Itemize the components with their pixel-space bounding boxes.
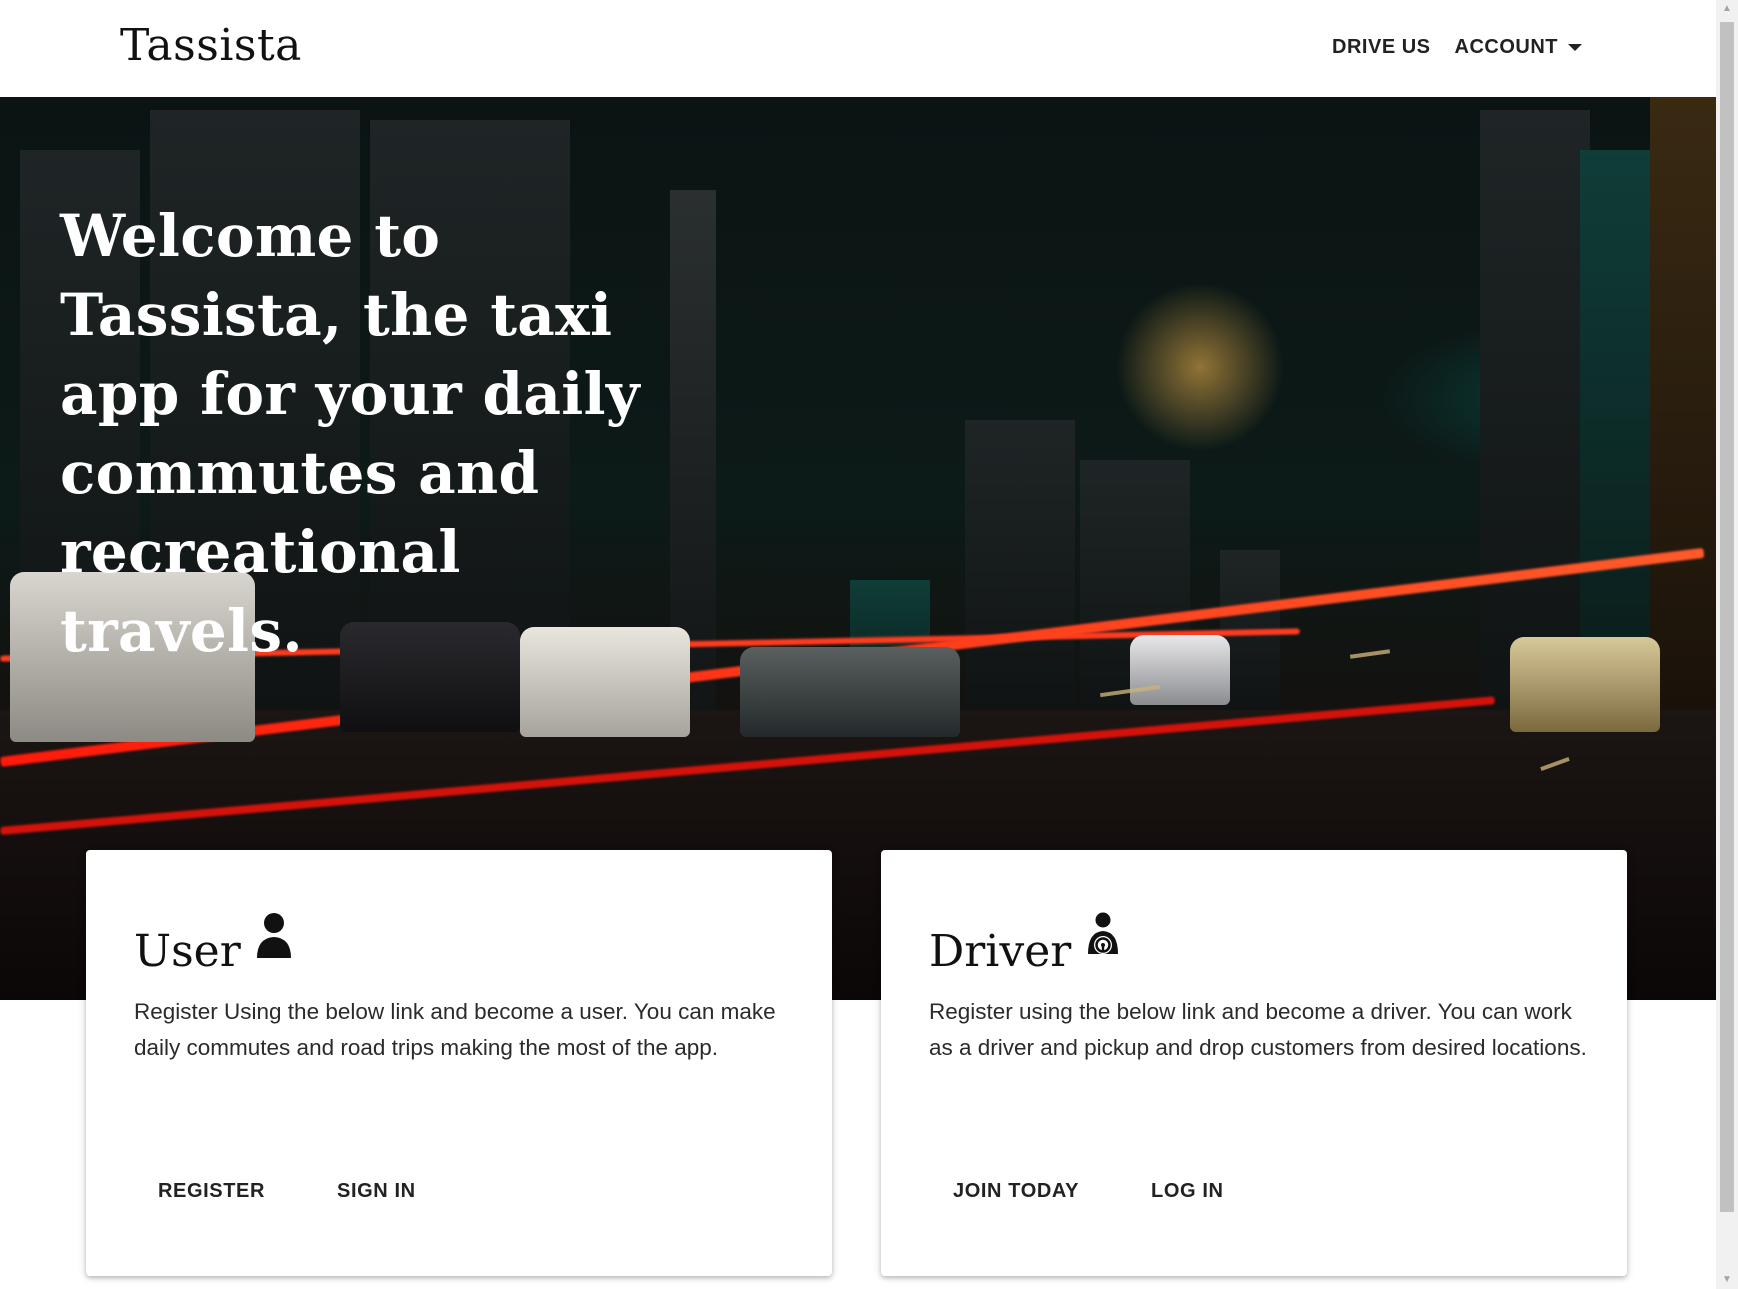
lane-marking — [1349, 649, 1391, 659]
brand-logo[interactable]: Tassista — [120, 20, 302, 71]
hero-car — [1130, 635, 1230, 705]
user-card-title: User — [134, 912, 293, 977]
log-in-button[interactable]: LOG IN — [1127, 1170, 1248, 1213]
drive-us-label: DRIVE US — [1332, 36, 1431, 58]
hero-building — [1580, 150, 1650, 710]
hero-car — [740, 647, 960, 737]
register-button[interactable]: REGISTER — [134, 1170, 289, 1213]
vertical-scrollbar[interactable]: ▲ ▼ — [1716, 0, 1738, 1289]
driver-icon — [1085, 912, 1121, 971]
top-app-bar: Tassista DRIVE US ACCOUNT — [0, 0, 1716, 97]
drive-us-link[interactable]: DRIVE US — [1332, 36, 1430, 59]
hero-building — [1650, 97, 1716, 710]
account-label: ACCOUNT — [1454, 36, 1558, 58]
scroll-up-icon[interactable]: ▲ — [1716, 0, 1738, 18]
sign-in-button[interactable]: SIGN IN — [313, 1170, 440, 1213]
driver-card-title: Driver — [929, 912, 1121, 977]
top-nav: DRIVE US ACCOUNT — [1332, 36, 1582, 59]
driver-card-description: Register using the below link and become… — [929, 999, 1587, 1060]
scroll-down-icon[interactable]: ▼ — [1716, 1271, 1738, 1289]
user-card: User Register Using the below link and b… — [86, 850, 832, 1276]
hero-car — [1510, 637, 1660, 732]
hero-building — [965, 420, 1075, 710]
scrollbar-thumb[interactable] — [1720, 22, 1734, 1212]
user-card-actions: REGISTER SIGN IN — [134, 1170, 440, 1213]
caret-down-icon — [1568, 44, 1582, 51]
account-dropdown[interactable]: ACCOUNT — [1454, 36, 1582, 59]
driver-card: Driver Register using the below link and… — [881, 850, 1627, 1276]
driver-card-title-text: Driver — [929, 926, 1072, 977]
person-icon — [255, 912, 293, 971]
join-today-button[interactable]: JOIN TODAY — [929, 1170, 1103, 1213]
hero-building — [1480, 110, 1590, 710]
driver-card-actions: JOIN TODAY LOG IN — [929, 1170, 1248, 1213]
hero-title: Welcome to Tassista, the taxi app for yo… — [60, 202, 640, 665]
user-card-title-text: User — [134, 926, 241, 977]
user-card-description: Register Using the below link and become… — [134, 999, 776, 1060]
